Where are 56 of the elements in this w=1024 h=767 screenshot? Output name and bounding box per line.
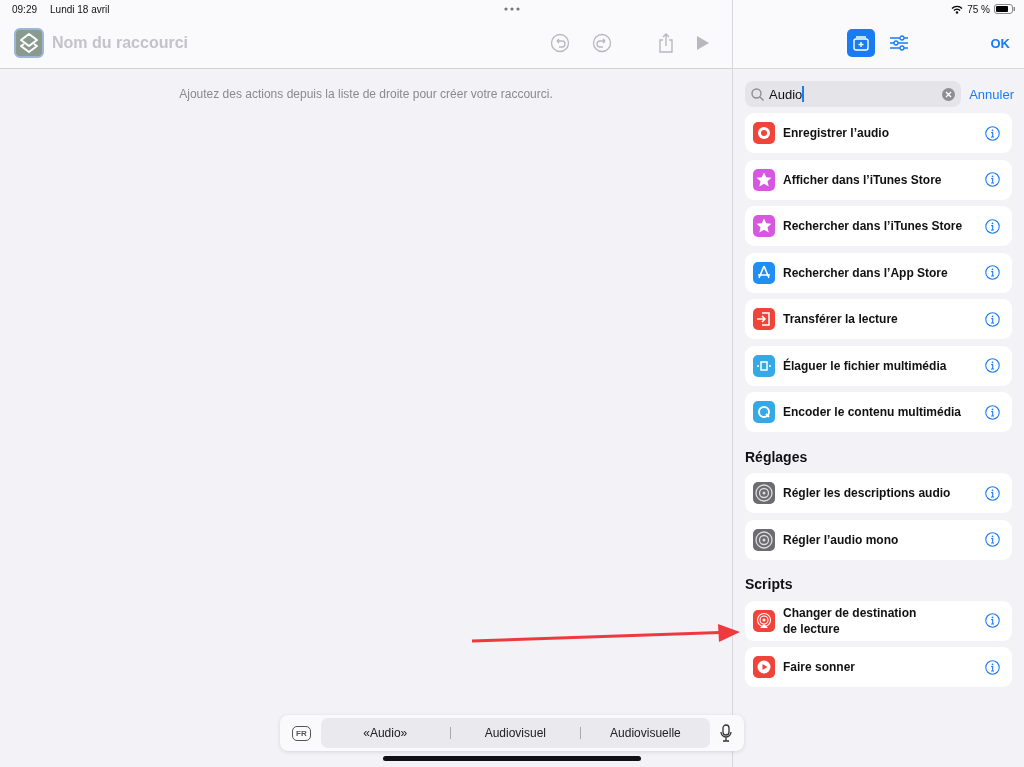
action-row[interactable]: Rechercher dans l’iTunes Store xyxy=(745,206,1012,246)
info-icon[interactable] xyxy=(985,659,1000,675)
suggestion[interactable]: «Audio» xyxy=(320,725,450,741)
action-row[interactable]: Rechercher dans l’App Store xyxy=(745,252,1012,293)
ok-button[interactable]: OK xyxy=(990,35,1010,51)
status-date: Lundi 18 avril xyxy=(50,3,110,15)
action-label: Rechercher dans l’App Store xyxy=(783,264,948,281)
section-heading: Réglages xyxy=(745,448,809,465)
action-row[interactable]: Enregistrer l’audio xyxy=(745,113,1012,153)
info-icon[interactable] xyxy=(985,613,1000,628)
action-row[interactable]: Faire sonner xyxy=(745,647,1012,687)
action-label: Faire sonner xyxy=(783,659,856,675)
action-row[interactable]: Afficher dans l’iTunes Store xyxy=(745,159,1012,200)
action-label: Régler les descriptions audio xyxy=(783,485,951,501)
clear-icon[interactable] xyxy=(942,87,956,101)
action-label: Changer de destination de lecture xyxy=(783,604,917,637)
sliders-icon[interactable] xyxy=(889,35,909,51)
info-icon[interactable] xyxy=(985,404,1000,420)
keyboard-language-key[interactable]: FR xyxy=(292,725,311,741)
info-icon[interactable] xyxy=(985,125,1000,141)
empty-hint: Ajoutez des actions depuis la liste de droite pour créer votre raccourci. xyxy=(178,87,554,101)
shortcut-icon[interactable] xyxy=(14,28,44,58)
search-icon xyxy=(751,87,764,101)
section-heading: Scripts xyxy=(745,576,794,592)
action-row[interactable]: Changer de destination de lecture xyxy=(745,600,1012,641)
action-label: Transférer la lecture xyxy=(783,311,898,327)
action-row[interactable]: Régler l’audio mono xyxy=(745,519,1012,560)
battery-icon xyxy=(994,4,1016,14)
info-icon[interactable] xyxy=(985,311,1000,327)
action-label: Enregistrer l’audio xyxy=(783,125,890,141)
action-row[interactable]: Élaguer le fichier multimédia xyxy=(745,345,1012,386)
suggestion[interactable]: Audiovisuel xyxy=(450,725,580,741)
info-icon[interactable] xyxy=(985,358,1000,373)
info-icon[interactable] xyxy=(985,172,1000,187)
search-field[interactable]: Audio xyxy=(745,81,962,107)
microphone-icon[interactable] xyxy=(720,724,732,742)
action-label: Élaguer le fichier multimédia xyxy=(783,357,947,374)
more-icon[interactable] xyxy=(504,7,520,11)
add-action-icon xyxy=(853,35,869,51)
wifi-icon xyxy=(951,4,964,14)
action-row[interactable]: Régler les descriptions audio xyxy=(745,473,1012,513)
info-icon[interactable] xyxy=(985,265,1000,280)
battery-percent: 75 % xyxy=(967,3,990,15)
suggestion[interactable]: Audiovisuelle xyxy=(580,725,710,741)
info-icon[interactable] xyxy=(985,532,1000,547)
action-row[interactable]: Encoder le contenu multimédia xyxy=(745,392,1012,432)
info-icon[interactable] xyxy=(985,218,1000,234)
info-icon[interactable] xyxy=(985,485,1000,501)
action-label: Afficher dans l’iTunes Store xyxy=(783,171,942,188)
action-row[interactable]: Transférer la lecture xyxy=(745,299,1012,339)
action-label: Régler l’audio mono xyxy=(783,531,899,548)
status-time: 09:29 xyxy=(12,3,38,15)
action-label: Encoder le contenu multimédia xyxy=(783,404,962,420)
cancel-button[interactable]: Annuler xyxy=(969,86,1014,102)
action-library-button[interactable] xyxy=(847,29,875,57)
action-label: Rechercher dans l’iTunes Store xyxy=(783,218,963,234)
